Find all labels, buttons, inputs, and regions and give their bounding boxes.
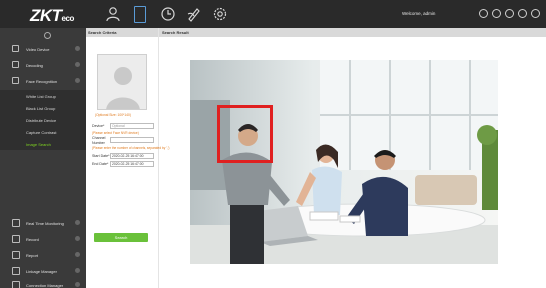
channel-label: Channel <box>92 136 106 140</box>
expand-icon <box>75 252 80 257</box>
end-date-label: End Date* <box>92 162 109 166</box>
gear-icon[interactable] <box>212 6 228 22</box>
channel-number-input[interactable] <box>110 137 154 143</box>
sidebar-item-linkage-manager[interactable]: Linkage Manager <box>0 264 86 278</box>
sidebar: Video Device Decoding Face Recognition W… <box>0 28 86 288</box>
pen-icon[interactable] <box>186 6 202 22</box>
sidebar-item-decoding[interactable]: Decoding <box>0 58 86 72</box>
info-icon[interactable] <box>518 9 527 18</box>
sidebar-item-video-device[interactable]: Video Device <box>0 42 86 56</box>
submenu-label: Distribute Device <box>26 118 57 123</box>
sidebar-item-label: Decoding <box>26 63 43 68</box>
panel-header: Search Criteria Search Result <box>86 28 546 37</box>
submenu-distribute-device[interactable]: Distribute Device <box>0 114 86 126</box>
photo-size-hint: (Optional Size: 100*140) <box>95 113 131 117</box>
record-icon <box>12 235 20 243</box>
expand-icon <box>75 62 80 67</box>
start-date-label: Start Date* <box>92 154 110 158</box>
submenu-label: Image Search <box>26 142 51 147</box>
sidebar-item-record[interactable]: Record <box>0 232 86 246</box>
sidebar-item-real-time-monitoring[interactable]: Real Time Monitoring <box>0 216 86 230</box>
submenu-label: Capture Contrast <box>26 130 57 135</box>
submenu-label: White List Group <box>26 94 56 99</box>
settings-icon[interactable] <box>492 9 501 18</box>
logo: ZKTeco <box>30 6 74 25</box>
submenu-capture-contrast[interactable]: Capture Contrast <box>0 126 86 138</box>
upload-photo-placeholder[interactable] <box>97 54 147 110</box>
sidebar-item-face-recognition[interactable]: Face Recognition <box>0 74 86 88</box>
submenu-white-list-group[interactable]: White List Group <box>0 90 86 102</box>
device-label: Device* <box>92 124 105 128</box>
sidebar-item-connection-manager[interactable]: Connection Manager <box>0 278 86 288</box>
expand-icon <box>75 220 80 225</box>
linkage-icon <box>12 267 20 275</box>
sidebar-item-label: Face Recognition <box>26 79 58 84</box>
sidebar-item-label: Video Device <box>26 47 50 52</box>
welcome-text: Welcome, admin <box>402 11 436 16</box>
sidebar-item-label: Connection Manager <box>26 283 64 288</box>
power-icon[interactable] <box>531 9 540 18</box>
channel-hint: (Please enter the number of channels, se… <box>92 146 170 150</box>
submenu-image-search[interactable]: Image Search <box>0 138 86 150</box>
clock-icon[interactable] <box>160 6 176 22</box>
main-content: Search Criteria Search Result (Optional … <box>86 28 546 288</box>
sidebar-item-label: Report <box>26 253 39 258</box>
number-label: Number <box>92 141 105 145</box>
end-date-input[interactable]: 2020-02-25 16:47:00 <box>110 161 154 167</box>
person-icon[interactable] <box>105 6 121 22</box>
report-icon <box>12 251 20 259</box>
device-hint: (Please select Face NVR device) <box>92 131 139 135</box>
sidebar-item-label: Record <box>26 237 39 242</box>
expand-icon <box>75 268 80 273</box>
phone-icon[interactable] <box>132 6 148 23</box>
search-button[interactable]: Search <box>94 233 148 242</box>
sidebar-item-report[interactable]: Report <box>0 248 86 262</box>
top-bar: ZKTeco Welcome, admin <box>0 0 546 28</box>
panel-divider <box>158 28 159 288</box>
monitor-icon <box>12 219 20 227</box>
submenu-label: Black List Group <box>26 106 56 111</box>
sidebar-item-label: Real Time Monitoring <box>26 221 64 226</box>
grid-icon[interactable] <box>479 9 488 18</box>
decoding-icon <box>12 61 19 68</box>
start-date-input[interactable]: 2020-02-25 16:47:00 <box>110 153 154 159</box>
video-device-icon <box>12 45 19 52</box>
device-select[interactable]: Optional <box>110 123 154 129</box>
expand-icon <box>75 282 80 287</box>
expand-icon <box>75 236 80 241</box>
connection-icon <box>12 281 20 288</box>
submenu-black-list-group[interactable]: Black List Group <box>0 102 86 114</box>
sidebar-toggle-icon[interactable] <box>44 32 51 39</box>
person-silhouette-icon <box>98 55 146 109</box>
sidebar-item-label: Linkage Manager <box>26 269 57 274</box>
detected-face-box[interactable] <box>217 105 273 163</box>
collapse-icon <box>75 78 80 83</box>
help-icon[interactable] <box>505 9 514 18</box>
search-criteria-title: Search Criteria <box>88 30 117 35</box>
expand-icon <box>75 46 80 51</box>
face-recognition-icon <box>12 77 19 84</box>
search-result-title: Search Result <box>162 30 189 35</box>
